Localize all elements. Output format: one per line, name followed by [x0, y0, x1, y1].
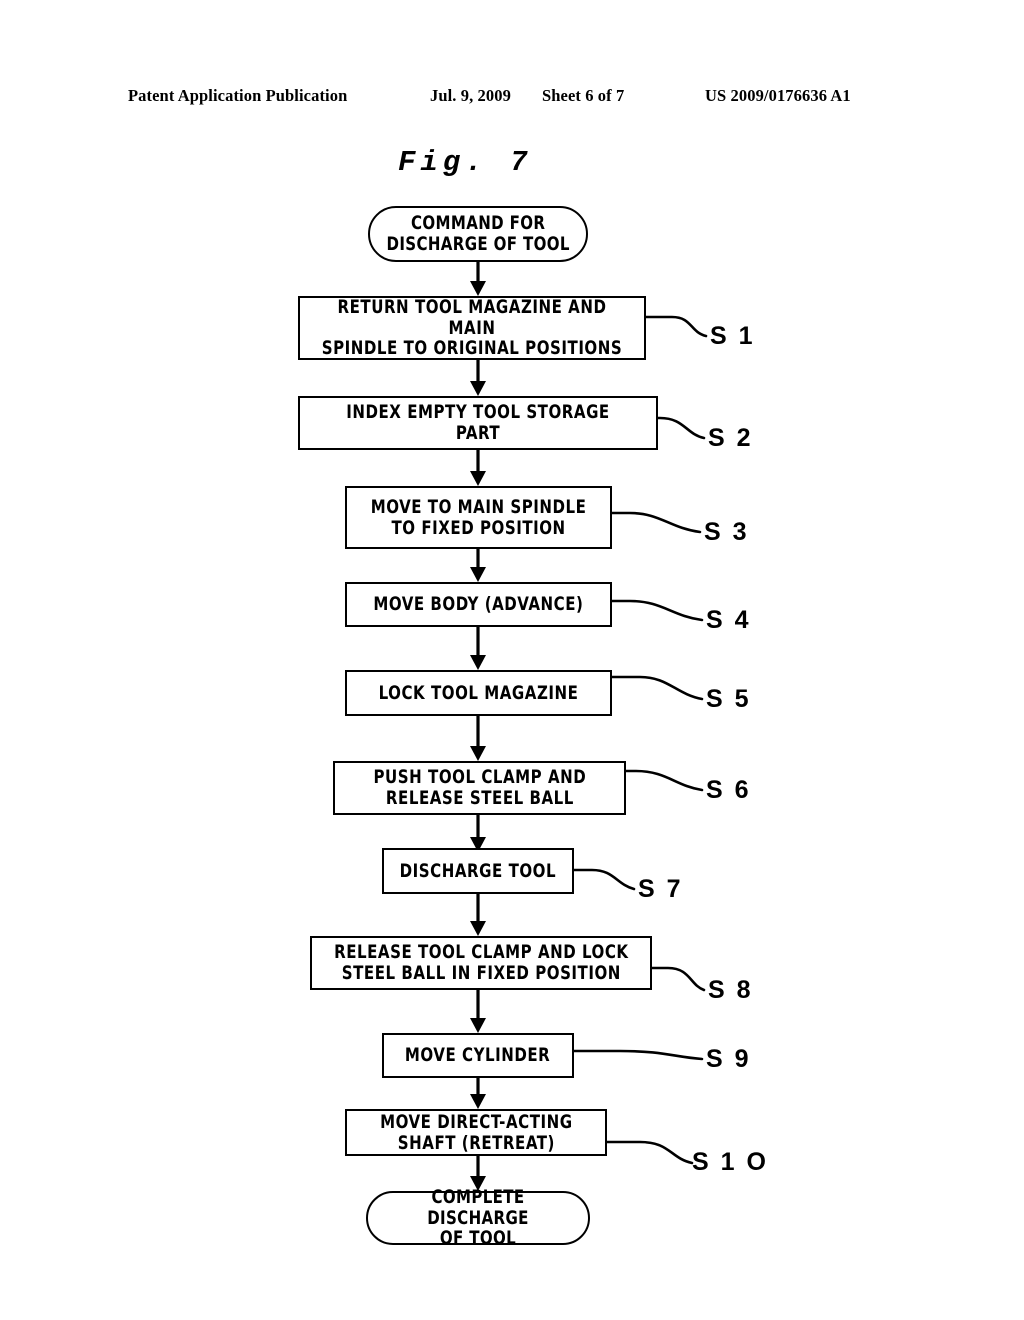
step-ref-s3: S 3 [704, 518, 750, 546]
arrowhead-s8-to-s9 [470, 1018, 486, 1033]
flowchart-node-s4[interactable]: MOVE BODY (ADVANCE) [345, 582, 612, 627]
flowchart-node-s1[interactable]: RETURN TOOL MAGAZINE AND MAIN SPINDLE TO… [298, 296, 646, 360]
flowchart-node-start[interactable]: COMMAND FOR DISCHARGE OF TOOL [368, 206, 588, 262]
flowchart-node-s7-text: DISCHARGE TOOL [399, 859, 557, 882]
flowchart-node-s1-text: RETURN TOOL MAGAZINE AND MAIN SPINDLE TO… [321, 296, 623, 360]
step-ref-s6: S 6 [706, 776, 752, 804]
leader-line-s9 [570, 1049, 704, 1061]
flowchart-node-s6[interactable]: PUSH TOOL CLAMP AND RELEASE STEEL BALL [333, 761, 626, 815]
flowchart-node-s5-text: LOCK TOOL MAGAZINE [378, 681, 579, 704]
arrowhead-s2-to-s3 [470, 471, 486, 486]
arrowhead-start-to-s1 [470, 281, 486, 296]
leader-line-s10 [602, 1140, 694, 1165]
flowchart-node-s3-text: MOVE TO MAIN SPINDLE TO FIXED POSITION [370, 495, 587, 539]
arrowhead-s9-to-s10 [470, 1094, 486, 1109]
flowchart-node-s10[interactable]: MOVE DIRECT-ACTING SHAFT (RETREAT) [345, 1109, 607, 1156]
step-ref-s2: S 2 [708, 424, 754, 452]
flowchart-diagram: COMMAND FOR DISCHARGE OF TOOL RETURN TOO… [0, 0, 1024, 1320]
arrowhead-s7-to-s8 [470, 921, 486, 936]
arrowhead-s1-to-s2 [470, 381, 486, 396]
flowchart-node-s9-text: MOVE CYLINDER [405, 1044, 551, 1067]
step-ref-s1: S 1 [710, 322, 756, 350]
flowchart-node-s2-text: INDEX EMPTY TOOL STORAGE PART [346, 401, 610, 444]
flowchart-node-start-text: COMMAND FOR DISCHARGE OF TOOL [386, 212, 570, 255]
flowchart-node-s6-text: PUSH TOOL CLAMP AND RELEASE STEEL BALL [373, 766, 586, 809]
flowchart-node-end[interactable]: COMPLETE DISCHARGE OF TOOL [366, 1187, 590, 1248]
flowchart-node-s7[interactable]: DISCHARGE TOOL [382, 848, 574, 894]
flowchart-node-s10-text: MOVE DIRECT-ACTING SHAFT (RETREAT) [379, 1110, 573, 1154]
step-ref-s10: S 1 O [692, 1148, 769, 1176]
flowchart-node-s2[interactable]: INDEX EMPTY TOOL STORAGE PART [298, 396, 658, 450]
flowchart-node-s9[interactable]: MOVE CYLINDER [382, 1033, 574, 1078]
flowchart-node-s4-text: MOVE BODY (ADVANCE) [373, 593, 584, 616]
step-ref-s7: S 7 [638, 875, 684, 903]
step-ref-s9: S 9 [706, 1045, 752, 1073]
flowchart-node-end-text: COMPLETE DISCHARGE OF TOOL [427, 1186, 529, 1250]
flowchart-node-s5[interactable]: LOCK TOOL MAGAZINE [345, 670, 612, 716]
arrowhead-s4-to-s5 [470, 655, 486, 670]
arrowhead-s3-to-s4 [470, 567, 486, 582]
flowchart-node-s3[interactable]: MOVE TO MAIN SPINDLE TO FIXED POSITION [345, 486, 612, 549]
flowchart-node-s8[interactable]: RELEASE TOOL CLAMP AND LOCK STEEL BALL I… [310, 936, 652, 990]
step-ref-s5: S 5 [706, 685, 752, 713]
flowchart-node-s8-text: RELEASE TOOL CLAMP AND LOCK STEEL BALL I… [333, 941, 629, 984]
leader-line-s1 [643, 315, 708, 338]
arrowhead-s5-to-s6 [470, 746, 486, 761]
leader-line-s5 [610, 675, 704, 701]
step-ref-s8: S 8 [708, 976, 754, 1004]
step-ref-s4: S 4 [706, 606, 752, 634]
patent-page: Patent Application Publication Jul. 9, 2… [0, 0, 1024, 1320]
